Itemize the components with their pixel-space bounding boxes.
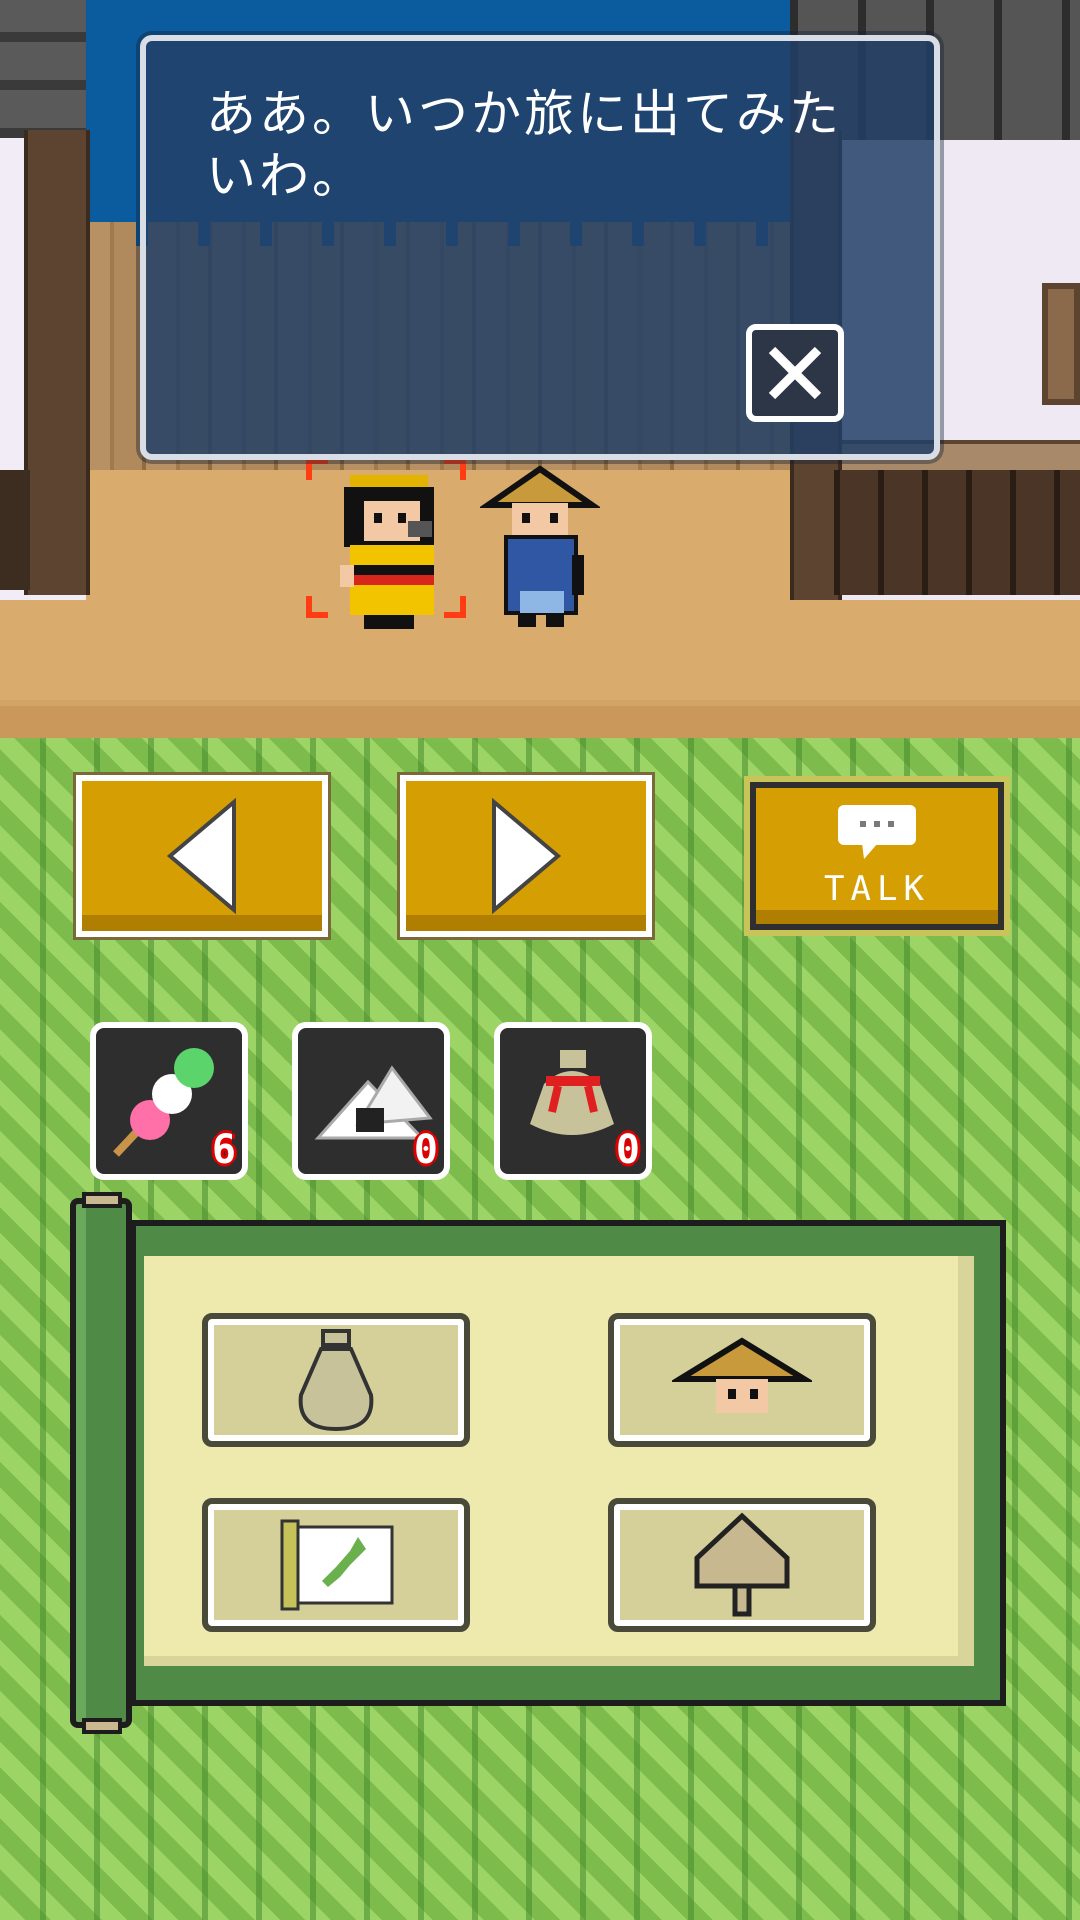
signpost-icon <box>694 1512 790 1617</box>
talk-button[interactable]: TALK <box>750 782 1004 930</box>
talk-label: TALK <box>824 869 930 909</box>
item-count: 0 <box>413 1127 438 1173</box>
girl-character-icon[interactable] <box>330 465 448 630</box>
close-icon <box>768 346 822 400</box>
menu-traveler-button[interactable] <box>608 1313 876 1447</box>
move-left-button[interactable] <box>76 775 328 937</box>
close-button[interactable] <box>746 324 844 422</box>
dialog-box: ああ。いつか旅に出てみたいわ。 <box>140 35 940 460</box>
item-dango[interactable]: 6 <box>90 1022 248 1180</box>
speech-bubble-icon <box>838 805 916 859</box>
move-right-button[interactable] <box>400 775 652 937</box>
house-left-lower <box>0 470 30 590</box>
rod-cap-top <box>82 1192 122 1208</box>
traveler-icon <box>672 1337 812 1413</box>
right-arrow-icon <box>492 798 562 914</box>
dialog-text: ああ。いつか旅に出てみたいわ。 <box>206 85 842 205</box>
bag-icon <box>298 1329 374 1432</box>
left-arrow-icon <box>166 798 236 914</box>
rod-cap-bottom <box>82 1718 122 1734</box>
roof-left <box>0 0 86 138</box>
game-scene: ああ。いつか旅に出てみたいわ。 <box>0 0 1080 738</box>
menu-bag-button[interactable] <box>202 1313 470 1447</box>
menu-map-button[interactable] <box>202 1498 470 1632</box>
traveler-character-icon[interactable] <box>480 465 600 630</box>
window <box>1042 283 1080 405</box>
item-pouch[interactable]: 0 <box>494 1022 652 1180</box>
item-onigiri[interactable]: 0 <box>292 1022 450 1180</box>
item-count: 0 <box>615 1127 640 1173</box>
map-scroll-icon <box>280 1519 394 1611</box>
scroll-rod <box>70 1198 132 1728</box>
menu-signpost-button[interactable] <box>608 1498 876 1632</box>
post-left <box>24 130 90 595</box>
scroll-menu-panel <box>130 1220 1006 1706</box>
house-right-lower <box>834 470 1080 595</box>
item-count: 6 <box>211 1127 236 1173</box>
ground-edge <box>0 700 1080 738</box>
